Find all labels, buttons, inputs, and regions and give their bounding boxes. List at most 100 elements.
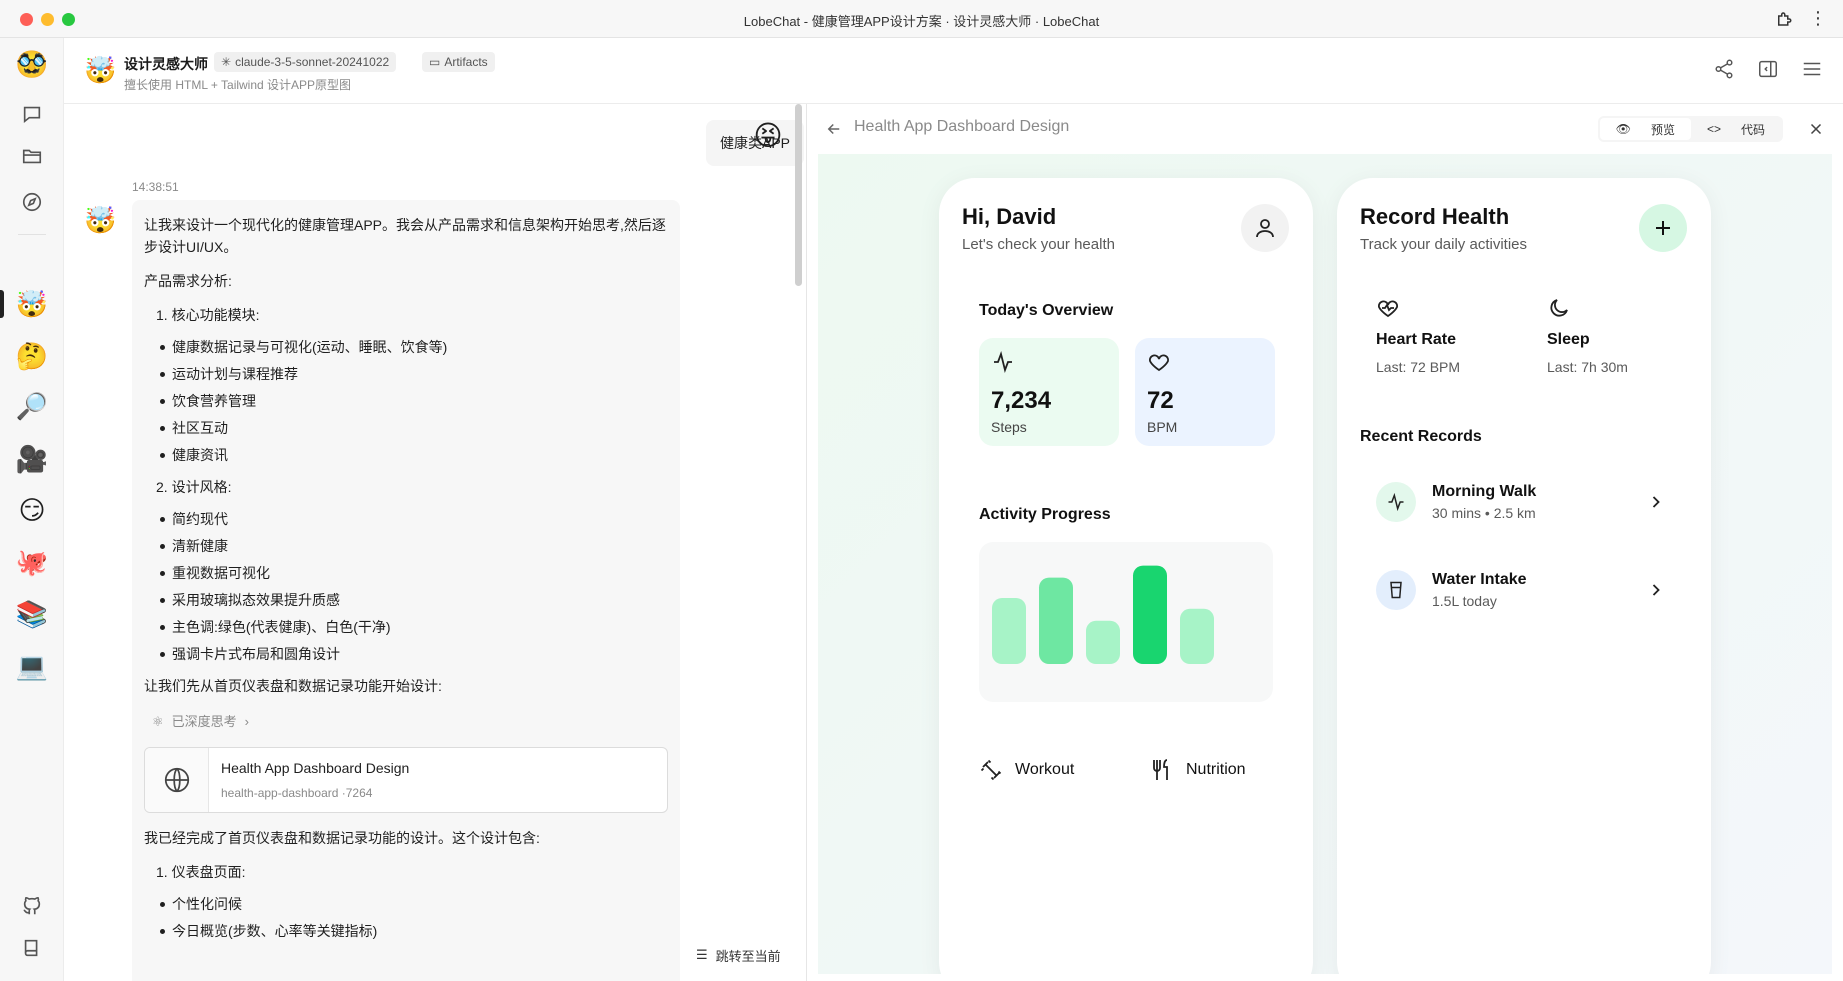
intro-text: 让我来设计一个现代化的健康管理APP。我会从产品需求和信息架构开始思考,然后逐步… bbox=[144, 217, 666, 255]
extension-icon[interactable] bbox=[1775, 10, 1793, 28]
list-item: 运动计划与课程推荐 bbox=[160, 363, 668, 385]
agent-smirk[interactable]: 😏 bbox=[14, 492, 50, 528]
analysis-title: 产品需求分析: bbox=[144, 273, 232, 289]
activity-bar bbox=[1133, 565, 1167, 664]
record-morning-walk[interactable]: Morning Walk 30 mins • 2.5 km bbox=[1376, 475, 1672, 529]
agent-search[interactable]: 🔎 bbox=[14, 388, 50, 424]
heart-rate-last: Last: 72 BPM bbox=[1376, 359, 1461, 375]
add-record-button[interactable] bbox=[1639, 204, 1687, 252]
message-time: 14:38:51 bbox=[132, 180, 179, 194]
list-item: 个性化问候 bbox=[160, 893, 668, 915]
bot-avatar[interactable]: 🤯 bbox=[84, 204, 116, 236]
user-icon bbox=[1256, 219, 1274, 238]
record-water-intake[interactable]: Water Intake 1.5L today bbox=[1376, 563, 1672, 617]
preview-tab[interactable]: 👁 预览 bbox=[1599, 118, 1691, 140]
done-text: 我已经完成了首页仪表盘和数据记录功能的设计。这个设计包含: bbox=[144, 830, 540, 846]
workout-label: Workout bbox=[1015, 761, 1075, 778]
active-indicator bbox=[0, 290, 4, 318]
folder-icon[interactable] bbox=[14, 138, 50, 174]
profile-button[interactable] bbox=[1241, 204, 1289, 252]
thinking-label: 已深度思考 bbox=[171, 714, 237, 729]
agent-octopus[interactable]: 🐙 bbox=[14, 544, 50, 580]
code-tab[interactable]: <> 代码 bbox=[1691, 118, 1781, 140]
workout-button[interactable]: Workout bbox=[979, 758, 1074, 782]
nutrition-button[interactable]: Nutrition bbox=[1150, 758, 1246, 782]
overview-title: Today's Overview bbox=[979, 302, 1114, 319]
list-item: 健康资讯 bbox=[160, 444, 668, 466]
chat-icon[interactable] bbox=[14, 96, 50, 132]
activity-chart bbox=[979, 542, 1273, 702]
chevron-right-icon: › bbox=[244, 714, 250, 729]
record-subtitle: Track your daily activities bbox=[1360, 236, 1527, 253]
agent-avatar[interactable]: 🤯 bbox=[84, 54, 116, 86]
back-arrow-icon[interactable] bbox=[825, 120, 843, 138]
steps-value: 7,234 bbox=[991, 387, 1052, 414]
list-item: 今日概览(步数、心率等关键指标) bbox=[160, 920, 668, 942]
agent-books[interactable]: 📚 bbox=[14, 596, 50, 632]
artifact-card-title: Health App Dashboard Design bbox=[221, 760, 410, 776]
artifacts-tag[interactable]: ▭ Artifacts bbox=[422, 52, 495, 72]
compass-icon[interactable] bbox=[14, 184, 50, 220]
activity-title: Activity Progress bbox=[979, 506, 1111, 523]
bpm-card[interactable]: 72 BPM bbox=[1135, 338, 1275, 446]
agent-video[interactable]: 🎥 bbox=[14, 441, 50, 477]
artifact-card[interactable]: Health App Dashboard Design health-app-d… bbox=[144, 747, 668, 813]
model-tag[interactable]: ✳ claude-3-5-sonnet-20241022 bbox=[214, 52, 397, 72]
greeting-subtitle: Let's check your health bbox=[962, 236, 1115, 253]
heart-rate-metric[interactable]: Heart Rate Last: 72 BPM bbox=[1376, 296, 1460, 375]
window-title: LobeChat - 健康管理APP设计方案 · 设计灵感大师 · LobeCh… bbox=[743, 14, 1100, 29]
code-label: 代码 bbox=[1740, 122, 1765, 137]
bpm-value: 72 bbox=[1147, 387, 1174, 414]
chat-header: 🤯 设计灵感大师 ✳ claude-3-5-sonnet-20241022 ▭ … bbox=[64, 38, 1843, 104]
thinking-toggle[interactable]: ⚛ 已深度思考 › bbox=[144, 711, 668, 733]
record-screen: Record Health Track your daily activitie… bbox=[1337, 178, 1711, 974]
activity-icon bbox=[1388, 492, 1404, 512]
chevron-right-icon bbox=[1652, 584, 1660, 596]
artifact-panel: Health App Dashboard Design 👁 预览 <> 代码 Hi,… bbox=[807, 104, 1843, 981]
jump-to-current-button[interactable]: ☰ 跳转至当前 bbox=[684, 940, 793, 970]
section-design-style: 2. 设计风格: bbox=[156, 479, 232, 495]
title-bar: LobeChat - 健康管理APP设计方案 · 设计灵感大师 · LobeCh… bbox=[0, 0, 1843, 38]
user-avatar[interactable]: 🥸 bbox=[14, 46, 50, 82]
sparkle-icon: ✳ bbox=[221, 55, 232, 69]
record-title: Record Health bbox=[1360, 204, 1510, 229]
steps-card[interactable]: 7,234 Steps bbox=[979, 338, 1119, 446]
dumbbell-icon bbox=[980, 759, 1002, 781]
list-item: 健康数据记录与可视化(运动、睡眠、饮食等) bbox=[160, 336, 668, 358]
code-icon: <> bbox=[1706, 122, 1721, 136]
artifact-panel-header: Health App Dashboard Design 👁 预览 <> 代码 bbox=[807, 104, 1843, 154]
agent-thinking[interactable]: 🤔 bbox=[14, 338, 50, 374]
lead-in-text: 让我们先从首页仪表盘和数据记录功能开始设计: bbox=[144, 678, 442, 694]
list-item: 饮食营养管理 bbox=[160, 390, 668, 412]
left-rail: 🥸 🤯 🤔 🔎 🎥 😏 🐙 📚 💻 bbox=[0, 38, 64, 981]
share-icon[interactable] bbox=[1713, 58, 1735, 80]
record-title-walk: Morning Walk bbox=[1432, 483, 1537, 500]
panel-toggle-icon[interactable] bbox=[1757, 58, 1779, 80]
activity-bar bbox=[992, 598, 1026, 664]
user-avatar-chat[interactable]: 😝 bbox=[752, 120, 784, 152]
list-item: 简约现代 bbox=[160, 508, 668, 530]
sleep-metric[interactable]: Sleep Last: 7h 30m bbox=[1547, 296, 1628, 375]
bot-message: 让我来设计一个现代化的健康管理APP。我会从产品需求和信息架构开始思考,然后逐步… bbox=[132, 200, 680, 981]
more-vertical-icon[interactable]: ⋮ bbox=[1809, 9, 1827, 27]
agent-description: 擅长使用 HTML + Tailwind 设计APP原型图 bbox=[124, 78, 352, 92]
jump-label: 跳转至当前 bbox=[715, 948, 781, 964]
agent-laptop[interactable]: 💻 bbox=[14, 648, 50, 684]
list-item: 强调卡片式布局和圆角设计 bbox=[160, 643, 668, 665]
chat-scrollbar[interactable] bbox=[795, 104, 802, 286]
view-toggle: 👁 预览 <> 代码 bbox=[1597, 116, 1783, 142]
book-icon[interactable] bbox=[14, 930, 50, 966]
atom-icon: ⚛ bbox=[152, 714, 164, 729]
moon-icon bbox=[1550, 299, 1568, 317]
github-icon[interactable] bbox=[14, 888, 50, 924]
cup-icon bbox=[1390, 581, 1402, 599]
menu-icon[interactable] bbox=[1801, 58, 1823, 80]
chevron-right-icon bbox=[1652, 496, 1660, 508]
sleep-last: Last: 7h 30m bbox=[1547, 359, 1628, 375]
agent-design-master[interactable]: 🤯 bbox=[14, 286, 50, 322]
recent-records-title: Recent Records bbox=[1360, 428, 1482, 445]
heart-rate-title: Heart Rate bbox=[1376, 331, 1457, 348]
close-icon[interactable] bbox=[1807, 120, 1825, 138]
agent-name: 设计灵感大师 bbox=[124, 56, 208, 72]
section-core-modules: 1. 核心功能模块: bbox=[156, 307, 260, 323]
